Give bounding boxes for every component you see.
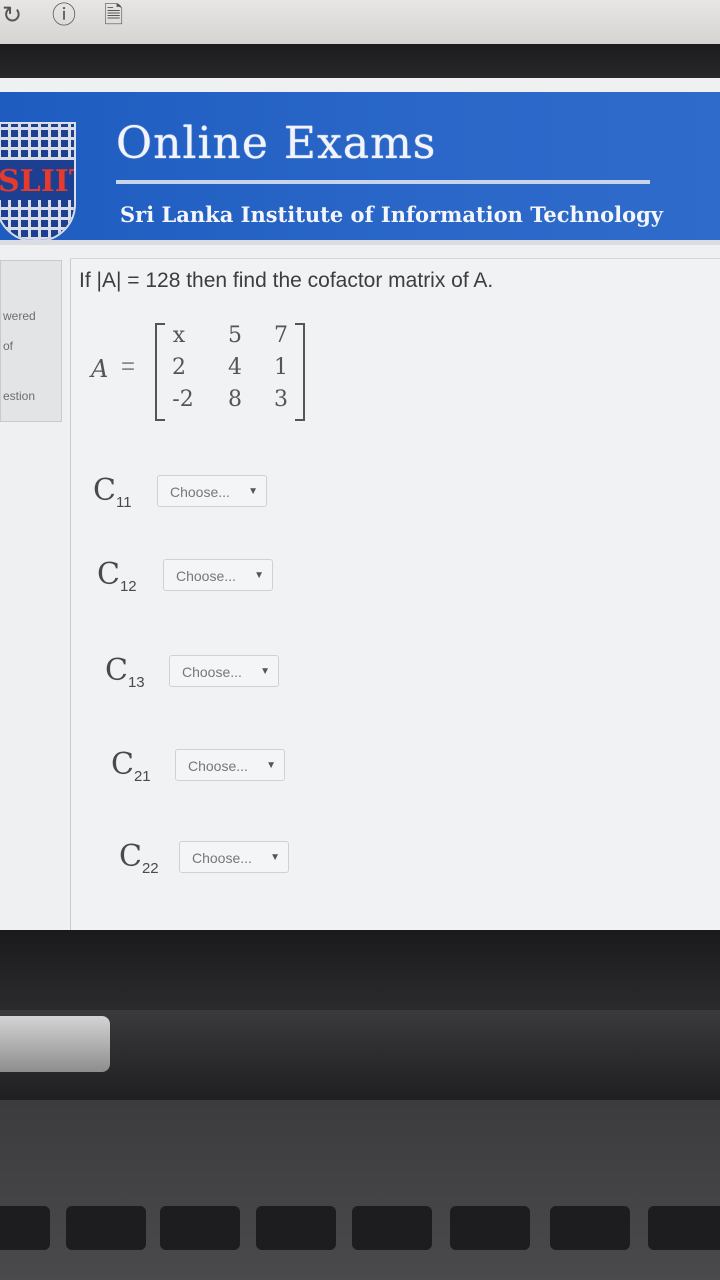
cofactor-label-c22: C22 — [119, 839, 159, 877]
matrix-equals: = — [121, 353, 136, 380]
keyboard-key — [0, 1206, 50, 1250]
keyboard-key — [256, 1206, 336, 1250]
cofactor-c11-select[interactable]: Choose... ▼ — [157, 475, 267, 507]
matrix-name: A — [91, 355, 109, 383]
keyboard-key — [450, 1206, 530, 1250]
select-placeholder: Choose... — [192, 850, 252, 866]
matrix-cell: 5 — [228, 323, 242, 348]
matrix-cell: x — [172, 323, 186, 348]
keyboard-key — [550, 1206, 630, 1250]
question-text: If |A| = 128 then find the cofactor matr… — [79, 269, 494, 292]
matrix-cell: 4 — [228, 355, 242, 380]
select-placeholder: Choose... — [170, 484, 230, 500]
keyboard-deck — [0, 1100, 720, 1280]
cofactor-c21-select[interactable]: Choose... ▼ — [175, 749, 285, 781]
browser-toolbar: ↻ ⓘ 🗎 — [0, 0, 720, 44]
cofactor-c12-select[interactable]: Choose... ▼ — [163, 559, 273, 591]
matrix-cell: -2 — [172, 387, 194, 412]
info-icon[interactable]: ⓘ — [52, 2, 76, 28]
matrix-cell: 7 — [274, 323, 288, 348]
select-placeholder: Choose... — [188, 758, 248, 774]
keyboard-key — [648, 1206, 720, 1250]
cofactor-label-c21: C21 — [111, 747, 151, 785]
screen-bezel-bottom — [0, 930, 720, 1020]
sliit-logo: SLIIT — [0, 122, 76, 242]
cofactor-c13-select[interactable]: Choose... ▼ — [169, 655, 279, 687]
screen: SLIIT Online Exams Sri Lanka Institute o… — [0, 78, 720, 930]
keyboard-key — [66, 1206, 146, 1250]
keyboard-key — [352, 1206, 432, 1250]
site-subtitle: Sri Lanka Institute of Information Techn… — [120, 202, 663, 227]
matrix-cell: 8 — [228, 387, 242, 412]
chevron-down-icon: ▼ — [248, 486, 258, 497]
chevron-down-icon: ▼ — [266, 760, 276, 771]
nav-text-of: of — [3, 339, 14, 353]
site-header: SLIIT Online Exams Sri Lanka Institute o… — [0, 92, 720, 245]
chevron-down-icon: ▼ — [254, 570, 264, 581]
cofactor-c22-select[interactable]: Choose... ▼ — [179, 841, 289, 873]
chevron-down-icon: ▼ — [270, 852, 280, 863]
nav-text-answered: wered — [3, 309, 36, 323]
matrix-cell: 2 — [172, 355, 186, 380]
site-title: Online Exams — [116, 118, 437, 169]
quiz-navigation-block: wered of estion — [0, 260, 62, 422]
cofactor-label-c11: C11 — [93, 473, 132, 511]
cofactor-label-c13: C13 — [105, 653, 145, 691]
keyboard-key — [160, 1206, 240, 1250]
select-placeholder: Choose... — [182, 664, 242, 680]
title-divider — [116, 180, 650, 184]
question-pane: If |A| = 128 then find the cofactor matr… — [70, 258, 720, 930]
reload-icon[interactable]: ↻ — [2, 2, 22, 28]
cofactor-label-c12: C12 — [97, 557, 137, 595]
logo-text: SLIIT — [0, 164, 74, 199]
document-icon[interactable]: 🗎 — [104, 2, 123, 28]
matrix-cell: 3 — [274, 387, 288, 412]
select-placeholder: Choose... — [176, 568, 236, 584]
hinge-cap — [0, 1016, 110, 1072]
matrix-cell: 1 — [274, 355, 288, 380]
chevron-down-icon: ▼ — [260, 666, 270, 677]
nav-text-question: estion — [3, 389, 36, 403]
